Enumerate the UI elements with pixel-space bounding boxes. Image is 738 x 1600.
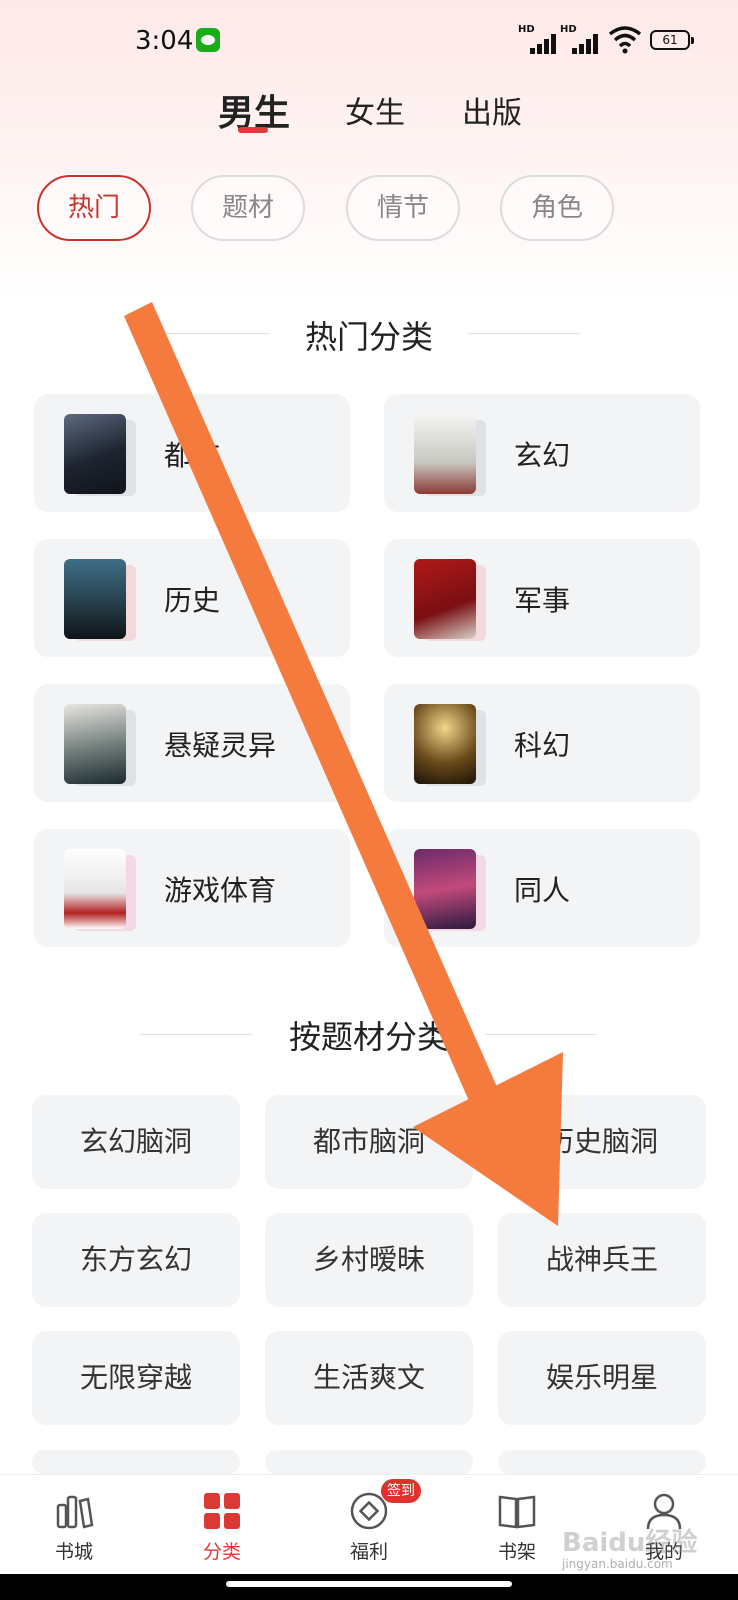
category-label: 都市 — [164, 439, 221, 472]
category-label: 玄幻 — [514, 439, 571, 472]
filter-chip-hot[interactable]: 热门 — [37, 175, 151, 241]
book-cover-image — [64, 559, 126, 639]
nav-label: 分类 — [202, 1541, 241, 1563]
filter-chip-role[interactable]: 角色 — [500, 175, 614, 241]
category-label: 游戏体育 — [164, 874, 277, 907]
sign-in-badge[interactable]: 签到 — [381, 1479, 421, 1503]
category-card-scifi[interactable]: 科幻 — [384, 684, 700, 802]
category-label: 科幻 — [514, 729, 571, 762]
book-cover-image — [414, 414, 476, 494]
theme-item[interactable]: 都市脑洞 — [265, 1095, 473, 1189]
bookshelf-icon — [498, 1495, 536, 1529]
category-card-urban[interactable]: 都市 — [34, 394, 350, 512]
nav-label: 福利 — [349, 1541, 388, 1563]
theme-item-partial[interactable] — [265, 1450, 473, 1474]
book-cover-image — [64, 849, 126, 929]
watermark-logo: Baidu经验 — [562, 1528, 698, 1558]
nav-welfare[interactable]: 签到 福利 — [309, 1475, 429, 1575]
status-time: 3:04 — [135, 26, 194, 56]
theme-item-partial[interactable] — [498, 1450, 706, 1474]
section-title-hot: 热门分类 — [304, 318, 433, 356]
nav-label: 书城 — [54, 1541, 93, 1563]
book-cover-image — [414, 559, 476, 639]
active-tab-indicator — [238, 127, 268, 133]
category-label: 悬疑灵异 — [164, 729, 277, 762]
nav-bookstore[interactable]: 书城 — [14, 1475, 134, 1575]
nav-bookshelf[interactable]: 书架 — [457, 1475, 577, 1575]
category-card-fanfic[interactable]: 同人 — [384, 829, 700, 947]
bookstore-icon — [56, 1495, 94, 1529]
wechat-notification-icon — [196, 28, 220, 52]
section-title-theme: 按题材分类 — [288, 1018, 449, 1056]
category-card-history[interactable]: 历史 — [34, 539, 350, 657]
category-label: 军事 — [514, 584, 571, 617]
signal-icon: HD — [518, 24, 562, 54]
book-cover-image — [414, 849, 476, 929]
watermark-url: jingyan.baidu.com — [562, 1557, 673, 1571]
divider-line — [485, 1034, 597, 1035]
category-card-fantasy[interactable]: 玄幻 — [384, 394, 700, 512]
tab-publish[interactable]: 出版 — [462, 88, 522, 132]
book-cover-image — [414, 704, 476, 784]
theme-item[interactable]: 无限穿越 — [32, 1331, 240, 1425]
category-label: 同人 — [514, 874, 571, 907]
theme-item[interactable]: 历史脑洞 — [498, 1095, 706, 1189]
status-bar: 3:04 HD HD 61 — [0, 22, 738, 62]
tab-female[interactable]: 女生 — [345, 88, 405, 132]
category-card-military[interactable]: 军事 — [384, 539, 700, 657]
system-gesture-bar — [0, 1574, 738, 1600]
theme-item-partial[interactable] — [32, 1450, 240, 1474]
theme-item[interactable]: 娱乐明星 — [498, 1331, 706, 1425]
divider-line — [468, 333, 580, 334]
category-card-gaming-sports[interactable]: 游戏体育 — [34, 829, 350, 947]
category-card-suspense[interactable]: 悬疑灵异 — [34, 684, 350, 802]
filter-chip-theme[interactable]: 题材 — [191, 175, 305, 241]
nav-category[interactable]: 分类 — [162, 1475, 282, 1575]
book-cover-image — [64, 704, 126, 784]
theme-item[interactable]: 战神兵王 — [498, 1213, 706, 1307]
wifi-icon — [608, 26, 642, 54]
battery-icon: 61 — [650, 30, 694, 50]
category-grid-icon — [204, 1493, 240, 1529]
theme-item[interactable]: 东方玄幻 — [32, 1213, 240, 1307]
signal-icon: HD — [560, 24, 604, 54]
nav-label: 书架 — [497, 1541, 536, 1563]
category-label: 历史 — [164, 584, 221, 617]
theme-item[interactable]: 生活爽文 — [265, 1331, 473, 1425]
theme-item[interactable]: 玄幻脑洞 — [32, 1095, 240, 1189]
filter-chip-plot[interactable]: 情节 — [346, 175, 460, 241]
book-cover-image — [64, 414, 126, 494]
theme-item[interactable]: 乡村暧昧 — [265, 1213, 473, 1307]
home-indicator[interactable] — [226, 1581, 512, 1587]
